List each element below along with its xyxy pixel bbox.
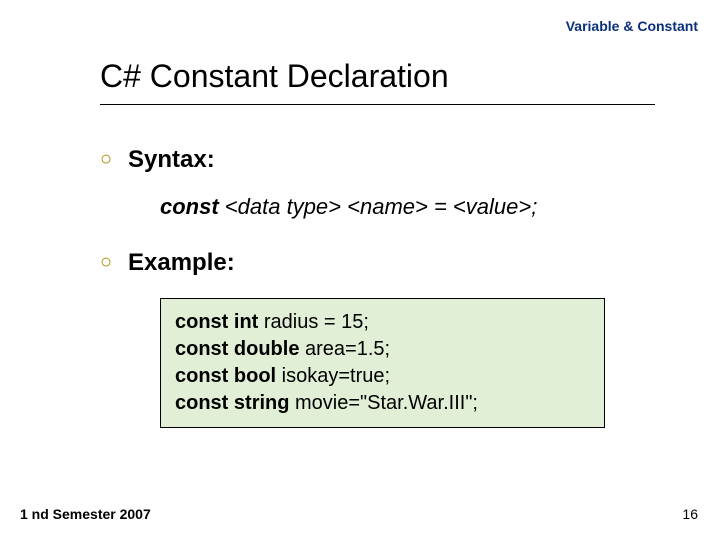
bullet-icon: ○ [100, 251, 112, 274]
slide-title: C# Constant Declaration [100, 58, 449, 95]
type-keyword: int [234, 311, 258, 333]
syntax-rest: <data type> <name> = <value>; [219, 194, 538, 219]
bullet-icon: ○ [100, 148, 112, 171]
example-rest: radius = 15; [258, 311, 369, 333]
syntax-keyword: const [160, 194, 219, 219]
const-keyword: const [175, 392, 228, 414]
section-header: Variable & Constant [566, 18, 698, 34]
syntax-line: const <data type> <name> = <value>; [160, 194, 537, 220]
example-box: const int radius = 15; const double area… [160, 298, 605, 428]
example-row: const string movie="Star.War.III"; [175, 390, 590, 417]
const-keyword: const [175, 365, 228, 387]
example-row: const int radius = 15; [175, 309, 590, 336]
const-keyword: const [175, 338, 228, 360]
page-number: 16 [682, 506, 698, 522]
example-row: const bool isokay=true; [175, 363, 590, 390]
type-keyword: double [234, 338, 300, 360]
example-rest: isokay=true; [276, 365, 390, 387]
example-rest: movie="Star.War.III"; [289, 392, 478, 414]
example-heading: Example: [128, 249, 235, 277]
syntax-heading: Syntax: [128, 146, 215, 174]
footer-semester: 1 nd Semester 2007 [20, 506, 151, 522]
example-rest: area=1.5; [299, 338, 390, 360]
const-keyword: const [175, 311, 228, 333]
type-keyword: string [234, 392, 290, 414]
example-row: const double area=1.5; [175, 336, 590, 363]
type-keyword: bool [234, 365, 276, 387]
title-underline [100, 104, 655, 105]
